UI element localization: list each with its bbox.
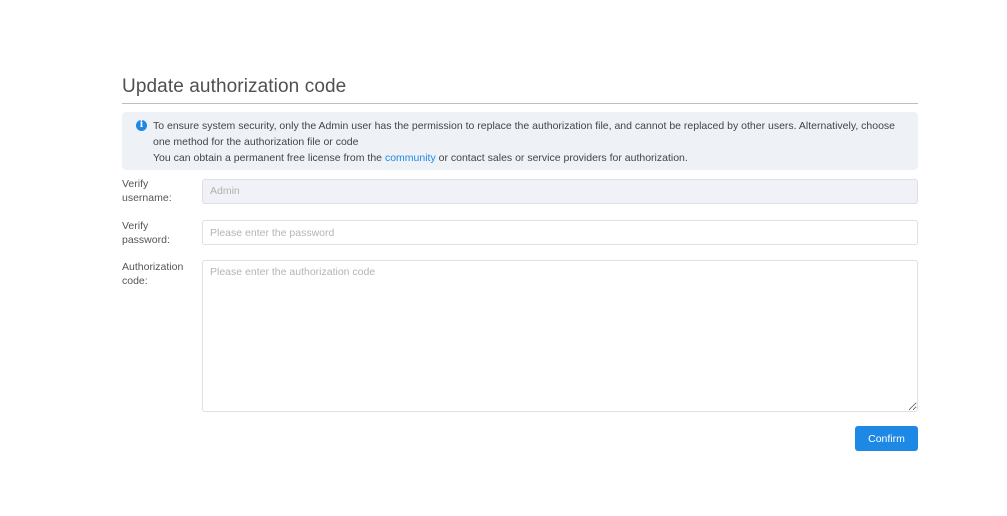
notice-text: To ensure system security, only the Admi… [153,118,908,166]
auth-code-label: Authorization code: [122,261,184,287]
notice-line-2-suffix: or contact sales or service providers fo… [435,152,688,164]
confirm-button[interactable]: Confirm [855,426,918,451]
notice-line-2-prefix: You can obtain a permanent free license … [153,152,385,164]
page-title: Update authorization code [122,76,347,97]
password-input[interactable] [202,220,918,245]
auth-code-textarea[interactable] [202,260,918,412]
title-divider [122,103,918,104]
password-label: Verify password: [122,220,170,246]
username-field: Admin [202,179,918,204]
info-notice: i To ensure system security, only the Ad… [122,112,918,170]
info-icon: i [136,120,147,131]
username-label: Verify username: [122,178,172,204]
notice-line-2: You can obtain a permanent free license … [153,150,908,166]
community-link[interactable]: community [385,152,436,164]
notice-line-1: To ensure system security, only the Admi… [153,120,896,148]
